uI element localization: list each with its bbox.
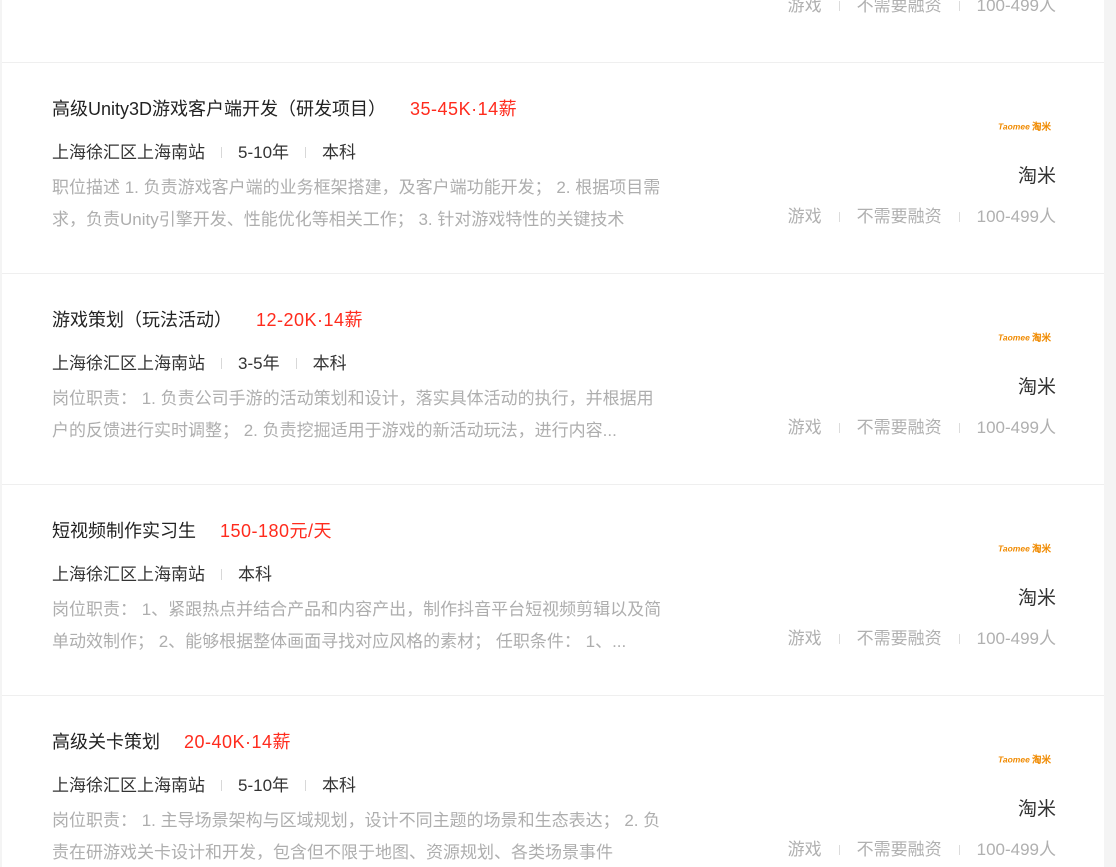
company-size: 100-499人 xyxy=(976,0,1056,15)
scrollbar-track[interactable] xyxy=(1104,0,1116,867)
company-industry: 游戏 xyxy=(787,418,822,437)
divider xyxy=(958,1,960,11)
job-location: 上海徐汇区上海南站 xyxy=(52,565,205,584)
job-experience: 3-5年 xyxy=(238,354,280,373)
company-industry: 游戏 xyxy=(787,207,822,226)
company-name[interactable]: 淘米 xyxy=(1018,164,1056,190)
job-list: 的文案内容； 2、能够结合外宣需要独立产出自媒体运营相关的宣传物料需求... 游… xyxy=(2,0,1104,867)
company-tags: 游戏 不需要融资 100-499人 xyxy=(788,205,1056,229)
taomee-logo-icon: Taomee 淘米 xyxy=(998,332,1052,344)
company-logo[interactable]: Taomee 淘米 xyxy=(998,752,1056,766)
job-title-row: 高级Unity3D游戏客户端开发（研发项目） 35-45K·14薪 xyxy=(52,96,517,122)
job-card[interactable]: 的文案内容； 2、能够结合外宣需要独立产出自媒体运营相关的宣传物料需求... 游… xyxy=(2,0,1104,63)
svg-text:Taomee: Taomee xyxy=(998,122,1030,132)
company-funding: 不需要融资 xyxy=(856,418,942,437)
job-experience: 5-10年 xyxy=(238,143,290,162)
taomee-logo-icon: Taomee 淘米 xyxy=(998,121,1052,133)
company-industry: 游戏 xyxy=(787,840,822,859)
divider xyxy=(221,569,222,580)
company-name[interactable]: 淘米 xyxy=(1018,797,1056,823)
job-description: 职位描述 1. 负责游戏客户端的业务框架搭建，及客户端功能开发； 2. 根据项目… xyxy=(52,178,661,229)
svg-text:淘米: 淘米 xyxy=(1032,121,1052,133)
company-funding: 不需要融资 xyxy=(856,207,942,226)
divider xyxy=(221,358,222,369)
company-industry: 游戏 xyxy=(787,629,822,648)
job-location: 上海徐汇区上海南站 xyxy=(52,354,205,373)
divider xyxy=(958,845,960,855)
company-size: 100-499人 xyxy=(976,840,1056,859)
company-tags: 游戏 不需要融资 100-499人 xyxy=(788,416,1056,440)
company-industry: 游戏 xyxy=(787,0,822,15)
company-funding: 不需要融资 xyxy=(856,0,942,15)
svg-text:淘米: 淘米 xyxy=(1032,332,1052,344)
job-salary: 150-180元/天 xyxy=(220,521,333,541)
divider xyxy=(838,1,840,11)
job-title[interactable]: 高级关卡策划 xyxy=(52,732,160,752)
job-education: 本科 xyxy=(238,565,272,584)
job-title[interactable]: 游戏策划（玩法活动） xyxy=(52,310,232,330)
job-requirements: 上海徐汇区上海南站 5-10年 本科 xyxy=(52,774,356,798)
job-title[interactable]: 高级Unity3D游戏客户端开发（研发项目） xyxy=(52,99,386,119)
job-description: 岗位职责： 1. 负责公司手游的活动策划和设计，落实具体活动的执行，并根据用户的… xyxy=(52,389,654,440)
job-card[interactable]: 高级关卡策划 20-40K·14薪 上海徐汇区上海南站 5-10年 本科 岗位职责： … xyxy=(2,697,1104,867)
job-salary: 20-40K·14薪 xyxy=(184,732,292,752)
company-tags: 游戏 不需要融资 100-499人 xyxy=(788,0,1056,18)
job-requirements: 上海徐汇区上海南站 本科 xyxy=(52,563,272,587)
job-location: 上海徐汇区上海南站 xyxy=(52,143,205,162)
svg-text:淘米: 淘米 xyxy=(1032,754,1052,766)
job-salary: 12-20K·14薪 xyxy=(256,310,364,330)
company-funding: 不需要融资 xyxy=(856,629,942,648)
job-education: 本科 xyxy=(322,776,357,795)
job-requirements: 上海徐汇区上海南站 3-5年 本科 xyxy=(52,352,347,376)
job-card[interactable]: 游戏策划（玩法活动） 12-20K·14薪 上海徐汇区上海南站 3-5年 本科 岗位职… xyxy=(2,275,1104,485)
svg-text:Taomee: Taomee xyxy=(998,544,1030,554)
job-salary: 35-45K·14薪 xyxy=(410,99,518,119)
svg-text:Taomee: Taomee xyxy=(998,755,1030,765)
company-funding: 不需要融资 xyxy=(856,840,942,859)
job-location: 上海徐汇区上海南站 xyxy=(52,776,205,795)
divider xyxy=(838,634,840,644)
job-card[interactable]: 短视频制作实习生 150-180元/天 上海徐汇区上海南站 本科 岗位职责： 1、紧… xyxy=(2,486,1104,696)
job-description: 岗位职责： 1. 主导场景架构与区域规划，设计不同主题的场景和生态表达； 2. … xyxy=(52,811,661,862)
job-education: 本科 xyxy=(322,143,357,162)
divider xyxy=(958,423,960,433)
job-description: 岗位职责： 1、紧跟热点并结合产品和内容产出，制作抖音平台短视频剪辑以及简单动效… xyxy=(52,600,662,651)
svg-text:淘米: 淘米 xyxy=(1032,543,1052,555)
job-title-row: 游戏策划（玩法活动） 12-20K·14薪 xyxy=(52,307,363,333)
job-experience: 5-10年 xyxy=(238,776,290,795)
taomee-logo-icon: Taomee 淘米 xyxy=(998,543,1052,555)
company-size: 100-499人 xyxy=(976,207,1056,226)
divider xyxy=(221,147,222,158)
company-size: 100-499人 xyxy=(976,418,1056,437)
company-name[interactable]: 淘米 xyxy=(1018,586,1056,612)
job-title-row: 短视频制作实习生 150-180元/天 xyxy=(52,518,332,544)
job-education: 本科 xyxy=(312,354,347,373)
svg-text:Taomee: Taomee xyxy=(998,333,1030,343)
job-card[interactable]: 高级Unity3D游戏客户端开发（研发项目） 35-45K·14薪 上海徐汇区上海… xyxy=(2,64,1104,274)
taomee-logo-icon: Taomee 淘米 xyxy=(998,754,1052,766)
job-title[interactable]: 短视频制作实习生 xyxy=(52,521,196,541)
company-logo[interactable]: Taomee 淘米 xyxy=(998,119,1056,133)
divider xyxy=(838,423,840,433)
divider xyxy=(958,212,960,222)
job-title-row: 高级关卡策划 20-40K·14薪 xyxy=(52,729,291,755)
company-tags: 游戏 不需要融资 100-499人 xyxy=(788,627,1056,651)
company-logo[interactable]: Taomee 淘米 xyxy=(998,330,1056,344)
company-logo[interactable]: Taomee 淘米 xyxy=(998,541,1056,555)
job-requirements: 上海徐汇区上海南站 5-10年 本科 xyxy=(52,141,356,165)
divider xyxy=(295,358,297,369)
divider xyxy=(305,780,307,791)
company-name[interactable]: 淘米 xyxy=(1018,375,1056,401)
company-size: 100-499人 xyxy=(976,629,1056,648)
divider xyxy=(838,845,840,855)
divider xyxy=(958,634,960,644)
company-tags: 游戏 不需要融资 100-499人 xyxy=(788,838,1056,862)
divider xyxy=(305,147,307,158)
divider xyxy=(838,212,840,222)
divider xyxy=(221,780,222,791)
